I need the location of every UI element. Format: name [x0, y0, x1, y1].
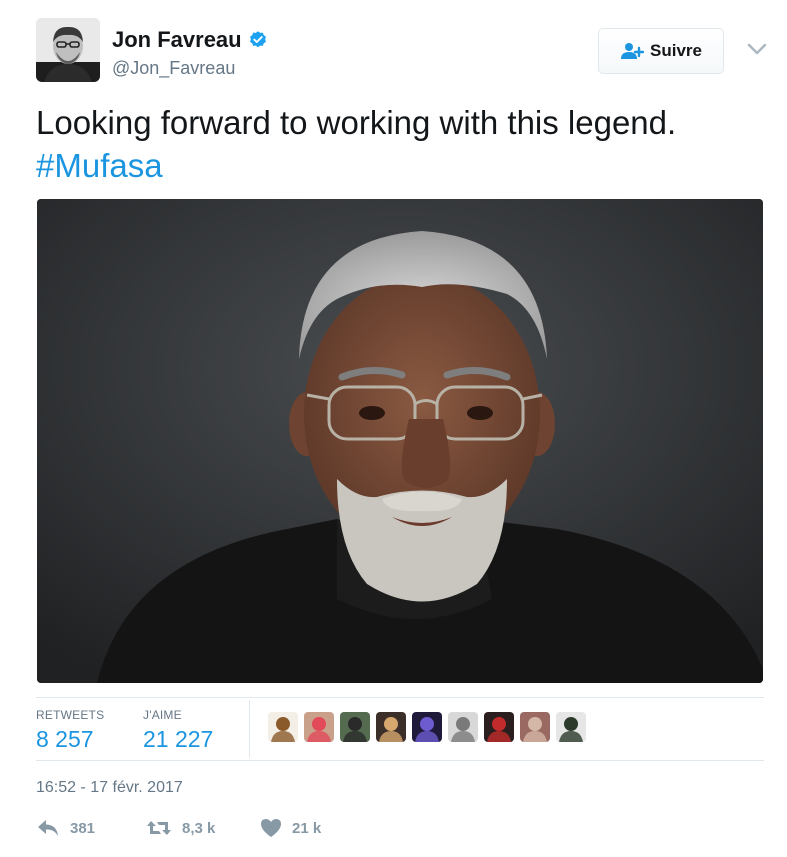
avatar-image	[448, 712, 478, 742]
liker-avatar[interactable]	[520, 712, 550, 742]
avatar-image	[412, 712, 442, 742]
liker-avatar[interactable]	[376, 712, 406, 742]
liker-avatars	[268, 712, 586, 742]
liker-avatar[interactable]	[556, 712, 586, 742]
reply-icon	[38, 820, 58, 836]
follow-button[interactable]: Suivre	[598, 28, 724, 74]
liker-avatar[interactable]	[268, 712, 298, 742]
avatar-image	[268, 712, 298, 742]
avatar-image	[484, 712, 514, 742]
retweets-count[interactable]: 8 257	[36, 726, 94, 753]
chevron-down-icon[interactable]	[746, 40, 768, 58]
liker-avatar[interactable]	[484, 712, 514, 742]
author-name[interactable]: Jon Favreau	[112, 27, 268, 53]
retweet-count: 8,3 k	[182, 819, 216, 837]
author-avatar[interactable]	[36, 18, 100, 82]
tweet-text: Looking forward to working with this leg…	[36, 101, 756, 187]
author-name-text: Jon Favreau	[112, 27, 242, 52]
reply-count: 381	[70, 819, 96, 837]
liker-avatar[interactable]	[304, 712, 334, 742]
likes-label: J'AIME	[143, 708, 182, 722]
verified-badge-icon	[249, 31, 266, 48]
divider-bottom	[36, 760, 764, 761]
avatar-image	[304, 712, 334, 742]
author-handle[interactable]: @Jon_Favreau	[112, 58, 235, 79]
hashtag-link[interactable]: #Mufasa	[36, 144, 756, 187]
like-button[interactable]: 21 k	[260, 818, 360, 838]
tweet-timestamp[interactable]: 16:52 - 17 févr. 2017	[36, 779, 183, 797]
portrait-photo	[37, 199, 763, 683]
retweet-button[interactable]: 8,3 k	[146, 818, 260, 838]
reply-button[interactable]: 381	[36, 818, 146, 838]
user-avatar-photo	[36, 18, 100, 82]
retweet-icon	[147, 821, 171, 835]
like-count: 21 k	[292, 819, 322, 837]
tweet-body: Looking forward to working with this leg…	[36, 104, 677, 141]
heart-icon	[261, 819, 281, 837]
avatar-image	[340, 712, 370, 742]
liker-avatar[interactable]	[412, 712, 442, 742]
tweet-actions: 381 8,3 k 21 k	[36, 818, 360, 838]
divider-top	[36, 697, 764, 698]
avatar-image	[556, 712, 586, 742]
stats-divider	[249, 700, 250, 758]
liker-avatar[interactable]	[340, 712, 370, 742]
tweet-photo[interactable]	[37, 199, 763, 683]
likes-count[interactable]: 21 227	[143, 726, 213, 753]
liker-avatar[interactable]	[448, 712, 478, 742]
follow-button-label: Suivre	[650, 41, 702, 60]
avatar-image	[520, 712, 550, 742]
retweets-label: RETWEETS	[36, 708, 105, 722]
add-user-icon	[621, 43, 644, 59]
avatar-image	[376, 712, 406, 742]
